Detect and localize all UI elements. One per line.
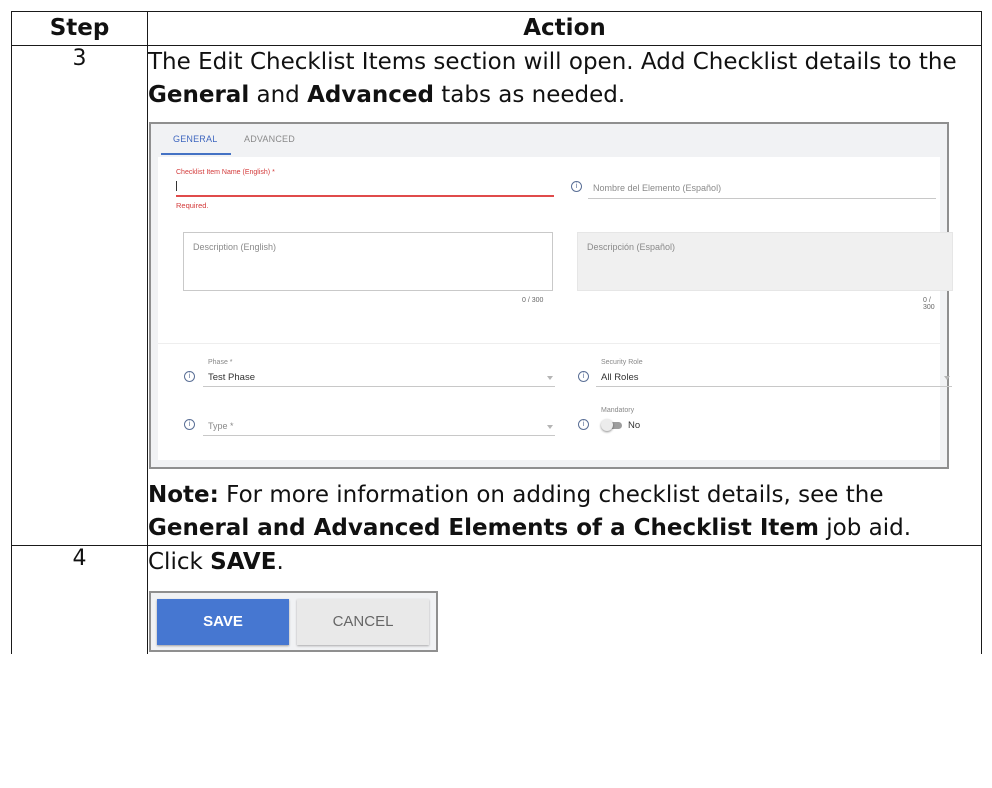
name-en-input[interactable] — [176, 195, 554, 197]
mandatory-value: No — [628, 420, 641, 431]
buttons-screenshot: SAVE CANCEL — [149, 591, 438, 652]
table-row: 4 Click SAVE. SAVE CANCEL — [11, 545, 982, 654]
step-header: Step — [11, 11, 148, 46]
security-role-select[interactable]: All Roles — [601, 372, 639, 383]
note-text: Note: For more information on adding che… — [148, 479, 981, 545]
mandatory-toggle[interactable] — [601, 419, 623, 431]
dropdown-arrow-icon[interactable] — [944, 376, 950, 380]
type-underline — [203, 435, 555, 436]
save-button[interactable]: SAVE — [157, 599, 289, 645]
step-instruction: The Edit Checklist Items section will op… — [148, 46, 981, 112]
tab-advanced[interactable]: ADVANCED — [244, 134, 295, 144]
tab-bar: GENERAL ADVANCED — [151, 124, 947, 156]
info-icon[interactable]: i — [571, 181, 582, 192]
description-es-placeholder: Descripción (Español) — [587, 242, 676, 252]
info-icon[interactable]: i — [184, 371, 195, 382]
instruction-text: . — [276, 549, 284, 575]
description-en-placeholder: Description (English) — [193, 242, 277, 252]
description-es-counter: 0 / 300 — [923, 297, 935, 311]
step-number: 4 — [11, 545, 148, 654]
header-row: Step Action — [11, 11, 982, 46]
step-instruction: Click SAVE. — [148, 546, 981, 579]
info-icon[interactable]: i — [184, 419, 195, 430]
action-header: Action — [147, 11, 982, 46]
description-en-textarea[interactable]: Description (English) — [183, 232, 553, 291]
section-divider — [158, 343, 940, 344]
name-en-error: Required. — [176, 201, 209, 210]
step-number: 3 — [11, 45, 148, 546]
phase-select[interactable]: Test Phase — [208, 372, 255, 383]
instruction-text: tabs as needed. — [433, 82, 626, 108]
general-bold: General — [148, 82, 250, 108]
action-cell: The Edit Checklist Items section will op… — [147, 45, 982, 546]
instruction-text: The Edit Checklist Items section will op… — [148, 49, 957, 75]
general-panel: Checklist Item Name (English) * Required… — [158, 157, 953, 460]
description-es-textarea: Descripción (Español) — [577, 232, 953, 291]
toggle-knob — [601, 419, 613, 431]
instruction-text: Click — [148, 549, 211, 575]
dropdown-arrow-icon[interactable] — [547, 425, 553, 429]
type-select[interactable]: Type * — [208, 421, 234, 431]
cancel-button[interactable]: CANCEL — [297, 599, 429, 645]
name-es-input[interactable]: Nombre del Elemento (Español) — [593, 183, 721, 193]
description-en-counter: 0 / 300 — [522, 297, 544, 304]
instruction-text: and — [249, 82, 308, 108]
tab-general[interactable]: GENERAL — [173, 134, 217, 144]
security-role-underline — [596, 386, 952, 387]
text-caret — [176, 181, 177, 191]
note-body: For more information on adding checklist… — [218, 482, 884, 508]
active-tab-indicator — [161, 153, 231, 155]
advanced-bold: Advanced — [307, 82, 434, 108]
info-icon[interactable]: i — [578, 419, 589, 430]
edit-checklist-screenshot: GENERAL ADVANCED Checklist Item Name (En… — [149, 122, 953, 469]
phase-label: Phase * — [208, 359, 233, 366]
info-icon[interactable]: i — [578, 371, 589, 382]
job-aid-title: General and Advanced Elements of a Check… — [148, 515, 819, 541]
steps-table: Step Action 3 The Edit Checklist Items s… — [11, 11, 982, 654]
note-label: Note: — [148, 482, 219, 508]
phase-underline — [203, 386, 555, 387]
security-role-label: Security Role — [601, 359, 643, 366]
dropdown-arrow-icon[interactable] — [547, 376, 553, 380]
name-en-label: Checklist Item Name (English) * — [176, 169, 275, 176]
save-bold: SAVE — [210, 549, 277, 575]
mandatory-label: Mandatory — [601, 407, 635, 414]
action-cell: Click SAVE. SAVE CANCEL — [147, 545, 982, 654]
name-es-underline — [588, 198, 936, 199]
note-body: job aid. — [818, 515, 912, 541]
table-row: 3 The Edit Checklist Items section will … — [11, 45, 982, 546]
